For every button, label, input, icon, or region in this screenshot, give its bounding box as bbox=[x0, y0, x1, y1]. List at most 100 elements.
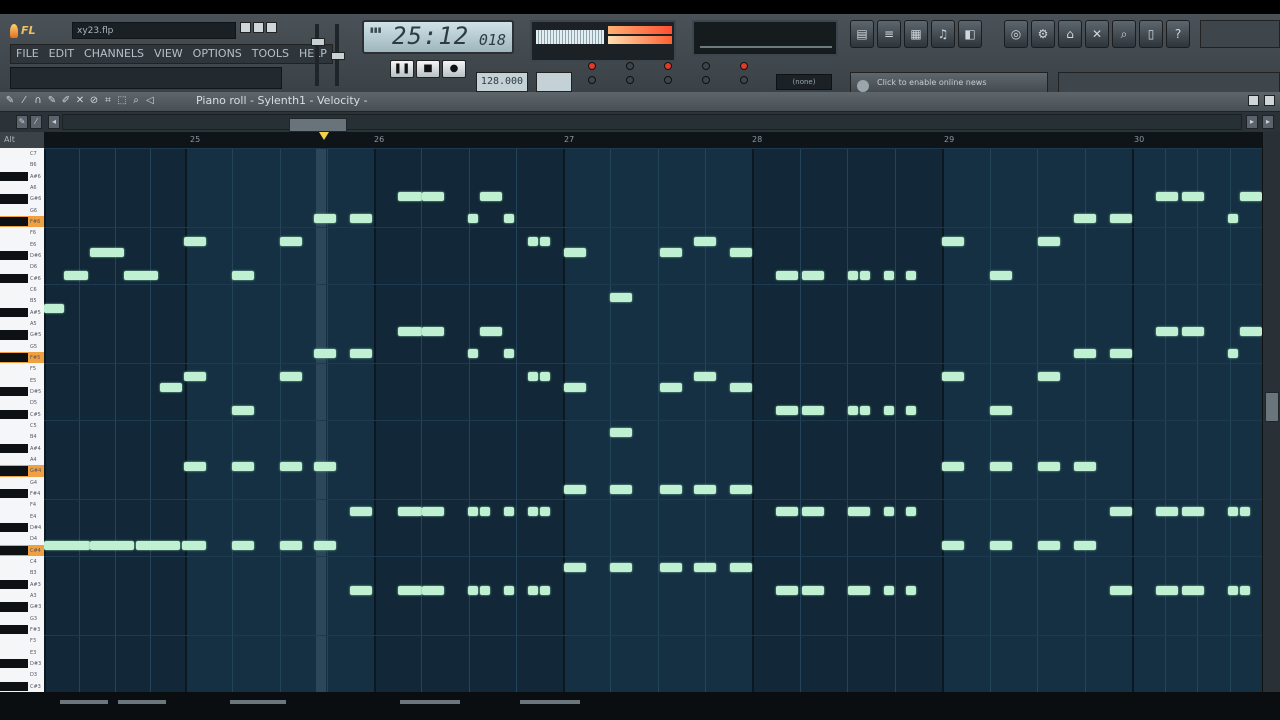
midi-note[interactable] bbox=[1182, 507, 1204, 516]
midi-note[interactable] bbox=[848, 406, 858, 415]
vertical-scroll[interactable] bbox=[1262, 132, 1280, 692]
midi-note[interactable] bbox=[564, 563, 586, 572]
play-tool-icon[interactable]: ◁ bbox=[144, 95, 156, 107]
midi-note[interactable] bbox=[1156, 192, 1178, 201]
midi-note[interactable] bbox=[468, 586, 478, 595]
midi-note[interactable] bbox=[1240, 586, 1250, 595]
midi-note[interactable] bbox=[468, 214, 478, 223]
midi-note[interactable] bbox=[610, 293, 632, 302]
mixer-icon[interactable]: ≡ bbox=[877, 20, 901, 48]
midi-note[interactable] bbox=[660, 383, 682, 392]
midi-note[interactable] bbox=[1228, 214, 1238, 223]
midi-note[interactable] bbox=[1110, 214, 1132, 223]
midi-note[interactable] bbox=[350, 349, 372, 358]
record-button[interactable]: ● bbox=[442, 60, 466, 78]
playhead-marker-icon[interactable] bbox=[319, 132, 329, 140]
midi-note[interactable] bbox=[1038, 541, 1060, 550]
midi-note[interactable] bbox=[906, 586, 916, 595]
midi-note[interactable] bbox=[232, 406, 254, 415]
tool-small-icon[interactable]: ⁄ bbox=[30, 115, 42, 129]
midi-note[interactable] bbox=[694, 372, 716, 381]
pencil-tool-icon[interactable]: ✎ bbox=[4, 95, 16, 107]
midi-note[interactable] bbox=[44, 541, 90, 550]
project-name-field[interactable]: xy23.flp bbox=[72, 22, 236, 39]
midi-note[interactable] bbox=[942, 541, 964, 550]
midi-note[interactable] bbox=[776, 271, 798, 280]
midi-note[interactable] bbox=[1038, 237, 1060, 246]
midi-note[interactable] bbox=[884, 507, 894, 516]
delete-tool-icon[interactable]: ✕ bbox=[74, 95, 86, 107]
black-key[interactable] bbox=[0, 273, 28, 283]
midi-note[interactable] bbox=[398, 327, 422, 336]
menu-edit[interactable]: EDIT bbox=[44, 45, 79, 63]
midi-note[interactable] bbox=[1038, 462, 1060, 471]
song-time-display[interactable]: ▮▮▮ 25:12 018 bbox=[362, 20, 514, 54]
black-key[interactable] bbox=[0, 579, 28, 589]
horizontal-scroll-thumb[interactable] bbox=[289, 118, 347, 132]
midi-note[interactable] bbox=[184, 237, 206, 246]
close-tool-icon[interactable]: ✕ bbox=[1085, 20, 1109, 48]
midi-note[interactable] bbox=[422, 192, 444, 201]
midi-note[interactable] bbox=[1228, 507, 1238, 516]
midi-note[interactable] bbox=[942, 237, 964, 246]
piano-icon[interactable]: ♫ bbox=[931, 20, 955, 48]
midi-note[interactable] bbox=[1240, 192, 1262, 201]
black-key[interactable] bbox=[0, 681, 28, 691]
time-ruler[interactable]: 25 26 27 28 29 30 bbox=[44, 132, 1262, 148]
midi-note[interactable] bbox=[1110, 586, 1132, 595]
stop-button[interactable]: ■ bbox=[416, 60, 440, 78]
piano-keyboard[interactable]: C7 B6 A#6 A6 G#6 G6 F#6 F6 E6 D#6 D6 C#6 C6 B5 A#5 A5 G#… bbox=[0, 148, 45, 692]
playlist-icon[interactable]: ▦ bbox=[904, 20, 928, 48]
midi-note[interactable] bbox=[660, 485, 682, 494]
midi-note[interactable] bbox=[480, 327, 502, 336]
midi-note[interactable] bbox=[884, 586, 894, 595]
midi-note[interactable] bbox=[848, 586, 870, 595]
midi-note[interactable] bbox=[610, 563, 632, 572]
menu-view[interactable]: VIEW bbox=[149, 45, 188, 63]
midi-note[interactable] bbox=[398, 192, 422, 201]
browser-icon[interactable]: ◧ bbox=[958, 20, 982, 48]
note-grid[interactable] bbox=[44, 148, 1262, 692]
midi-note[interactable] bbox=[232, 541, 254, 550]
midi-note[interactable] bbox=[480, 192, 502, 201]
cpu-icon[interactable]: ◎ bbox=[1004, 20, 1028, 48]
black-key[interactable] bbox=[0, 352, 28, 363]
midi-note[interactable] bbox=[990, 541, 1012, 550]
midi-note[interactable] bbox=[1074, 541, 1096, 550]
midi-note[interactable] bbox=[280, 372, 302, 381]
midi-note[interactable] bbox=[884, 271, 894, 280]
midi-note[interactable] bbox=[528, 372, 538, 381]
midi-note[interactable] bbox=[610, 428, 632, 437]
midi-note[interactable] bbox=[802, 271, 824, 280]
close-button[interactable] bbox=[266, 22, 277, 33]
black-key[interactable] bbox=[0, 443, 28, 453]
midi-note[interactable] bbox=[540, 372, 550, 381]
brush-tool-icon[interactable]: ⁄ bbox=[18, 95, 30, 107]
black-key[interactable] bbox=[0, 386, 28, 397]
midi-note[interactable] bbox=[694, 485, 716, 494]
tempo-display[interactable]: 128.000 bbox=[476, 72, 528, 92]
menu-channels[interactable]: CHANNELS bbox=[79, 45, 149, 63]
midi-note[interactable] bbox=[350, 214, 372, 223]
media-icon[interactable]: ▯ bbox=[1139, 20, 1163, 48]
zoom-tool-icon[interactable]: ⌕ bbox=[130, 95, 142, 107]
midi-note[interactable] bbox=[422, 507, 444, 516]
midi-note[interactable] bbox=[1228, 586, 1238, 595]
midi-note[interactable] bbox=[422, 327, 444, 336]
midi-note[interactable] bbox=[776, 586, 798, 595]
midi-note[interactable] bbox=[1074, 349, 1096, 358]
midi-note[interactable] bbox=[44, 304, 64, 313]
midi-note[interactable] bbox=[1156, 586, 1178, 595]
scroll-right-button[interactable]: ▸ bbox=[1246, 115, 1258, 129]
record-dot-icon[interactable] bbox=[740, 62, 748, 70]
midi-note[interactable] bbox=[610, 485, 632, 494]
midi-note[interactable] bbox=[528, 586, 538, 595]
option-dot-icon[interactable] bbox=[702, 62, 710, 70]
midi-note[interactable] bbox=[528, 507, 538, 516]
select-tool-icon[interactable]: ⬚ bbox=[116, 95, 128, 107]
midi-note[interactable] bbox=[990, 406, 1012, 415]
master-pitch-slider[interactable] bbox=[331, 52, 345, 60]
midi-note[interactable] bbox=[730, 383, 752, 392]
black-key[interactable] bbox=[0, 602, 28, 612]
tool-small-icon[interactable]: ✎ bbox=[16, 115, 28, 129]
